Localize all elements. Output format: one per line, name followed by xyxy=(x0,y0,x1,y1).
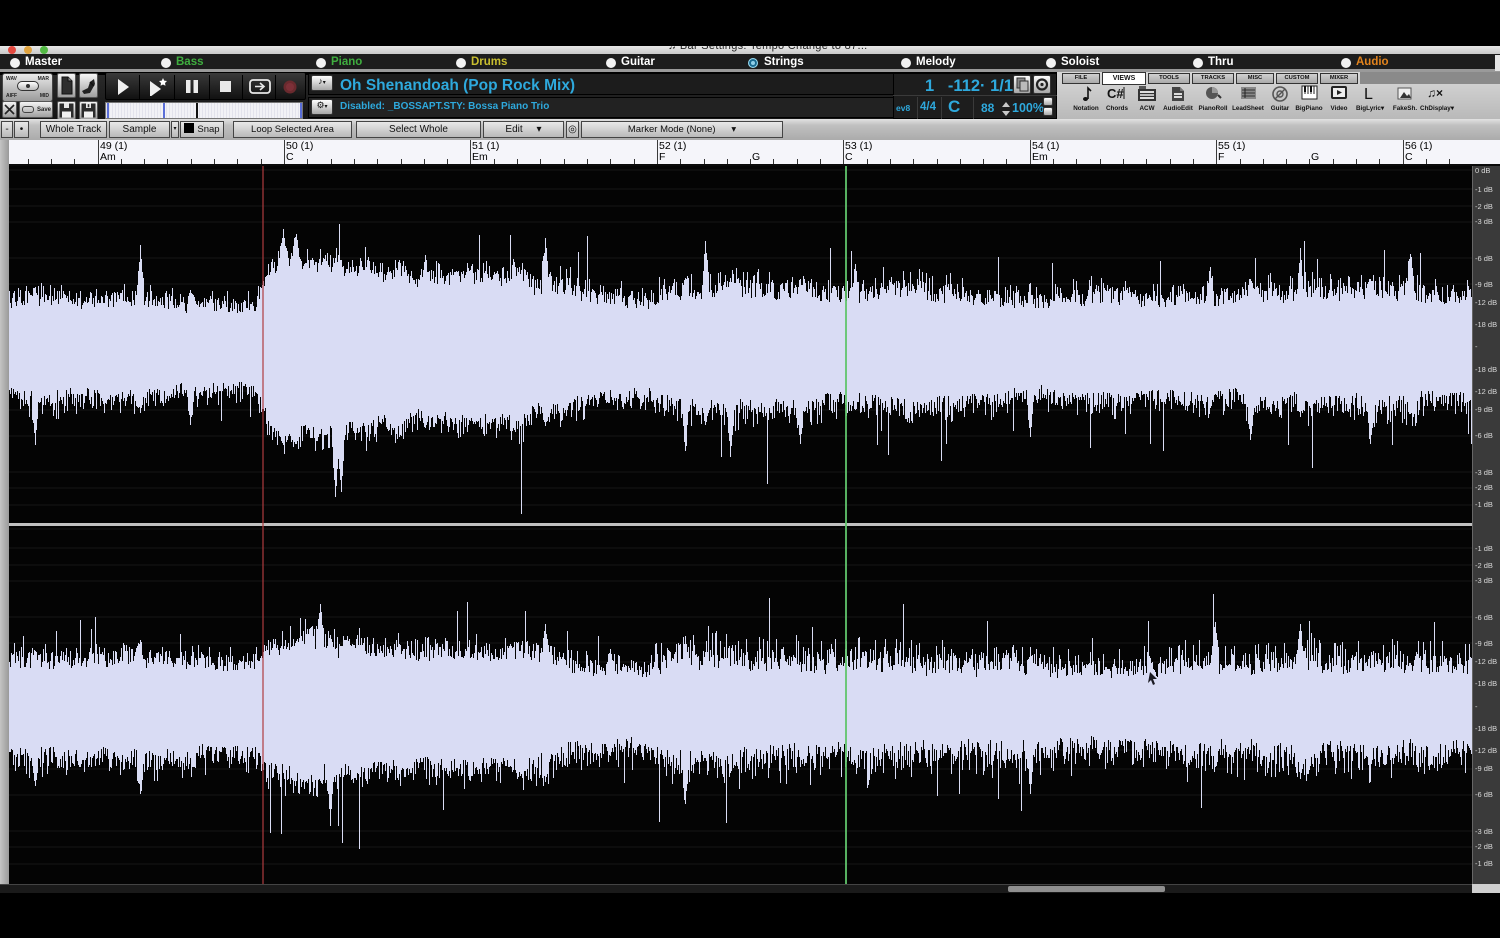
svg-text:L: L xyxy=(1364,86,1373,102)
svg-text:C#: C# xyxy=(1107,86,1124,101)
svg-text:♫×: ♫× xyxy=(1427,86,1443,100)
